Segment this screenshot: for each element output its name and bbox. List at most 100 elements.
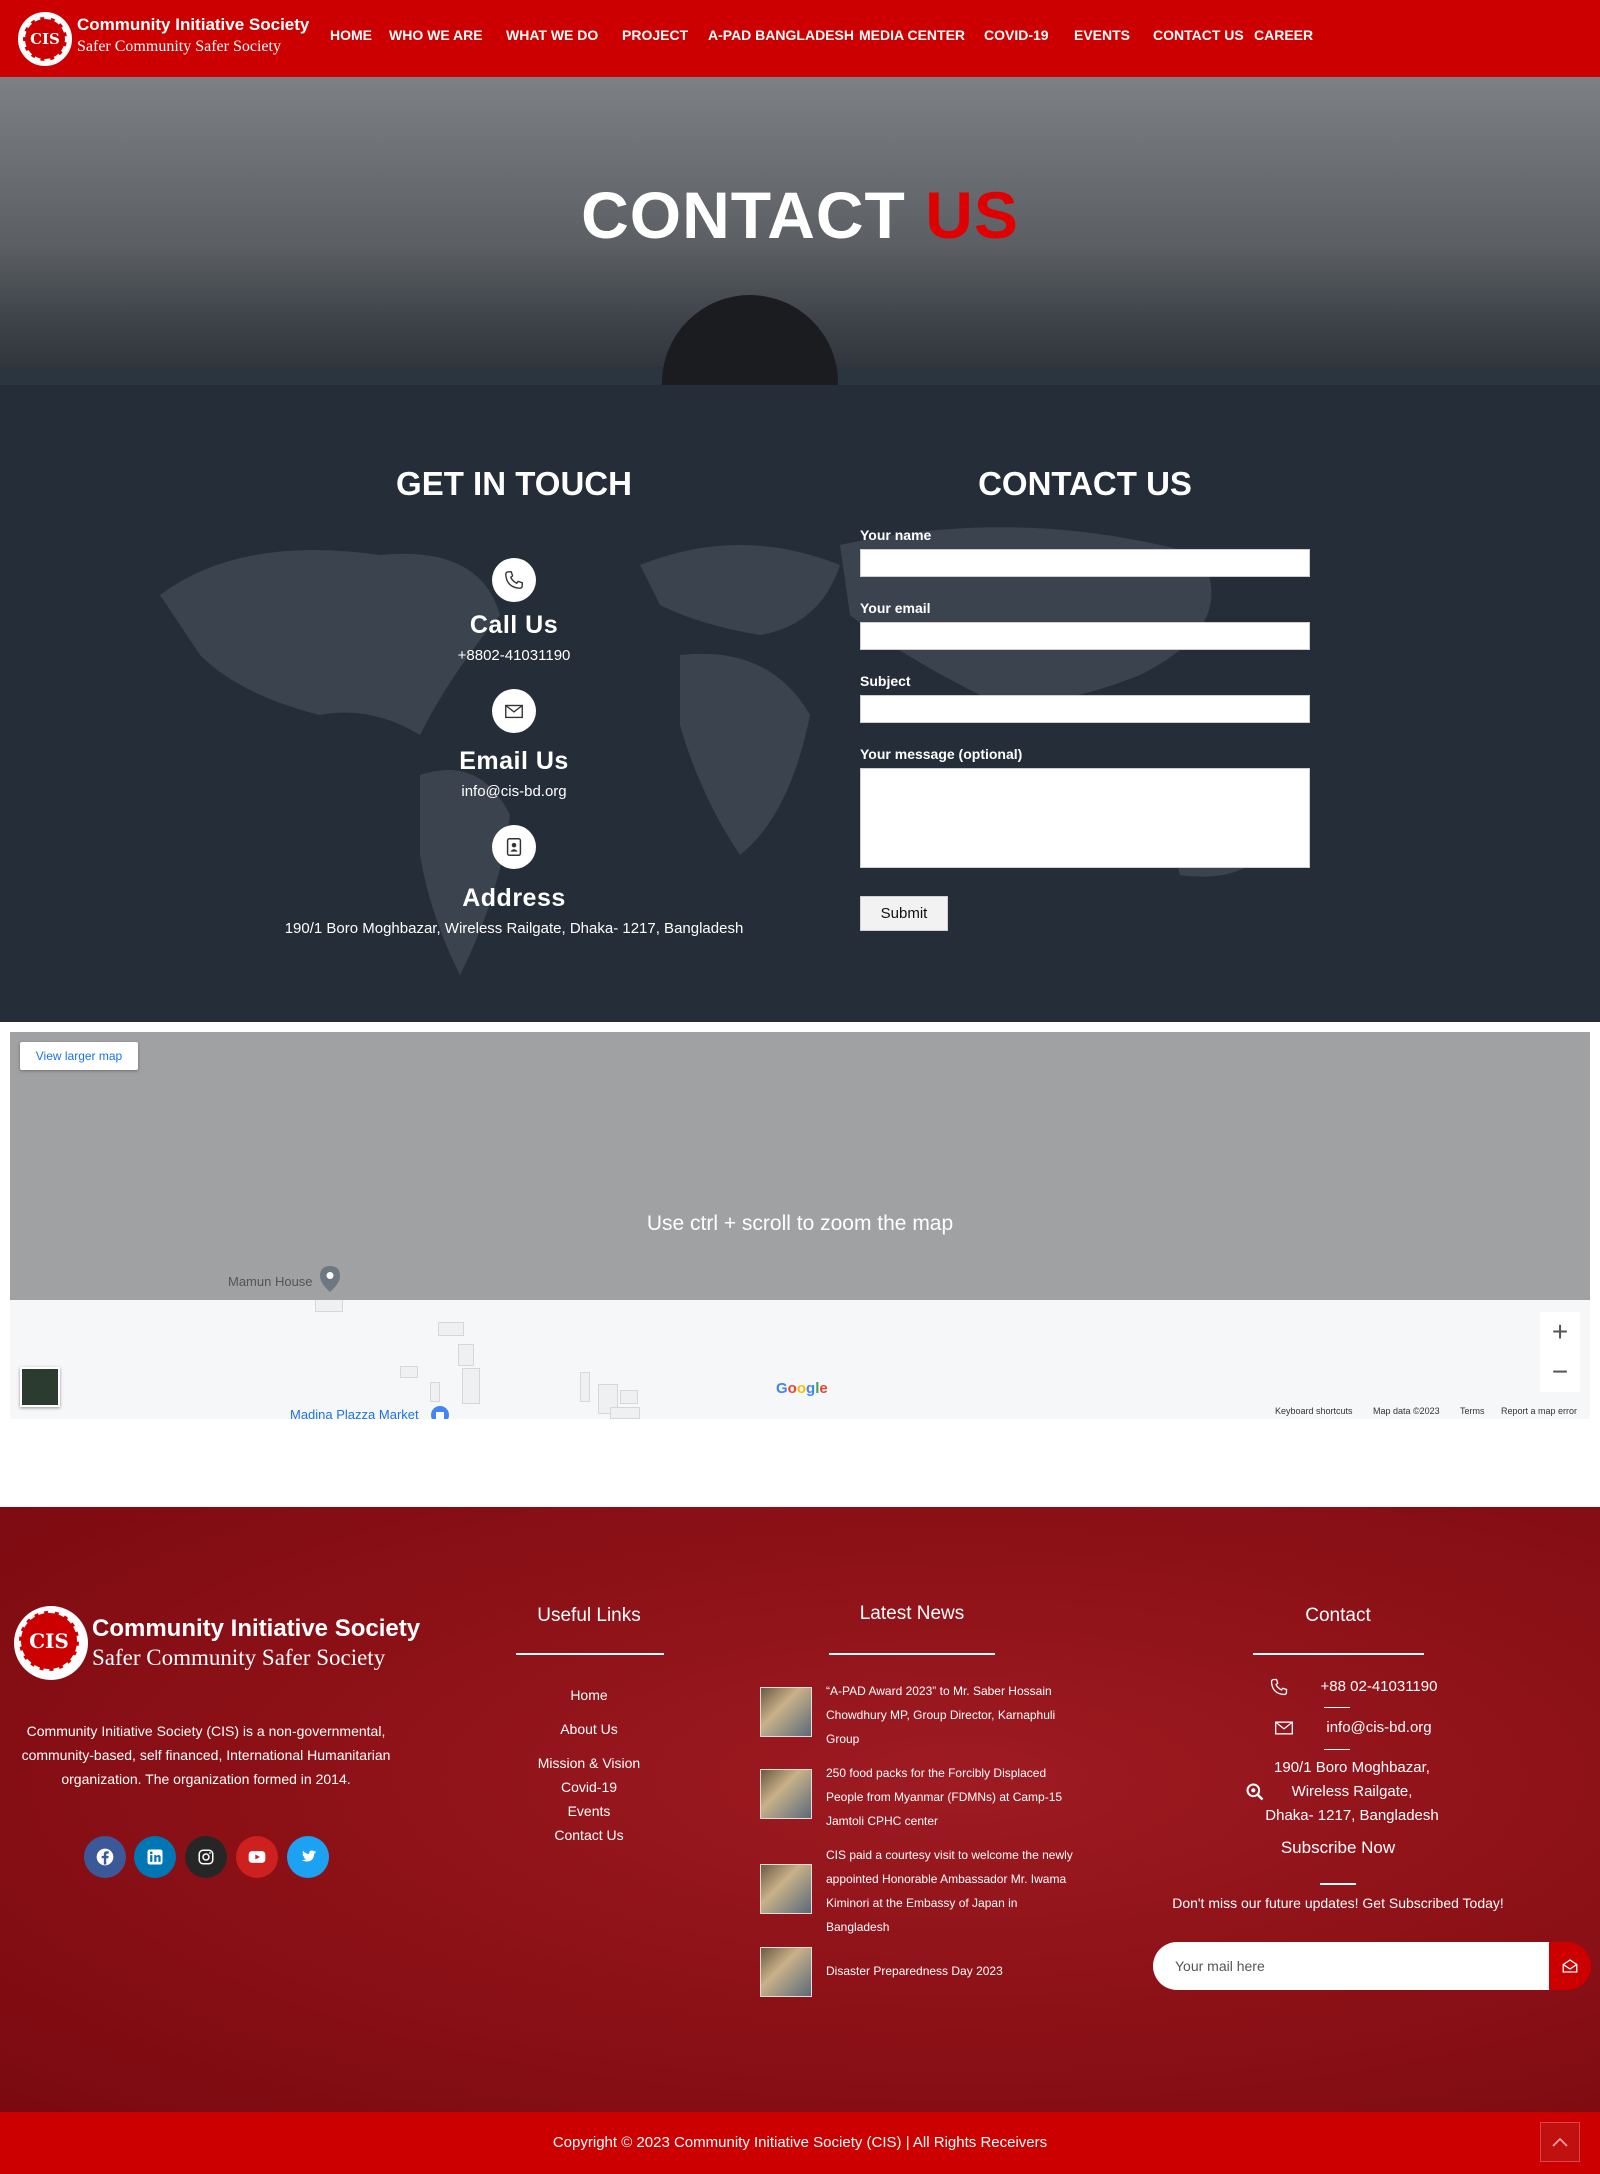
map-building [430, 1382, 440, 1402]
address-value: 190/1 Boro Moghbazar, Wireless Railgate,… [284, 920, 744, 937]
logo-mark: CIS [23, 17, 67, 61]
email-label: Email Us [459, 747, 569, 775]
contact-section: GET IN TOUCH CONTACT US Call Us +8802-41… [0, 385, 1600, 1022]
news-item-1[interactable]: “A-PAD Award 2023” to Mr. Saber Hossain … [826, 1679, 1076, 1751]
mail-icon [492, 689, 536, 733]
footer-email[interactable]: info@cis-bd.org [1204, 1719, 1504, 1736]
map-place-label[interactable]: Mamun House [228, 1274, 313, 1289]
footer-link-contact-us[interactable]: Contact Us [479, 1827, 699, 1843]
map-building [458, 1344, 474, 1366]
news-item-3[interactable]: CIS paid a courtesy visit to welcome the… [826, 1843, 1076, 1939]
footer-brand-subtitle: Safer Community Safer Society [92, 1645, 386, 1670]
footer-contact-separator [1324, 1707, 1350, 1708]
nav-media-center[interactable]: MEDIA CENTER [859, 27, 965, 43]
brand-title[interactable]: Community Initiative Society [77, 15, 309, 35]
email-value[interactable]: info@cis-bd.org [254, 783, 774, 800]
hero-person-silhouette [662, 295, 838, 385]
map-place-label[interactable]: Madina Plazza Market [290, 1407, 419, 1419]
site-footer: CIS Community Initiative Society Safer C… [0, 1507, 1600, 2112]
call-value[interactable]: +8802-41031190 [254, 647, 774, 664]
footer-link-covid-19[interactable]: Covid-19 [479, 1779, 699, 1795]
submit-button[interactable]: Submit [860, 896, 948, 931]
footer-link-mission-vision[interactable]: Mission & Vision [479, 1755, 699, 1771]
brand-subtitle: Safer Community Safer Society [77, 38, 281, 55]
youtube-icon[interactable] [236, 1836, 278, 1878]
map-building [580, 1372, 590, 1402]
contact-form-title: CONTACT US [978, 465, 1192, 502]
nav-what-we-do[interactable]: WHAT WE DO [506, 27, 598, 43]
footer-about-text: Community Initiative Society (CIS) is a … [21, 1723, 391, 1787]
hero-banner: CONTACT US [0, 77, 1600, 385]
mail-open-icon [1562, 1959, 1578, 1973]
footer-brand-title: Community Initiative Society [92, 1615, 421, 1642]
subscribe-divider [1320, 1883, 1356, 1885]
scroll-to-top-button[interactable] [1540, 2122, 1580, 2162]
view-larger-map-link[interactable]: View larger map [20, 1042, 138, 1070]
footer-address-line-3: Dhaka- 1217, Bangladesh [1265, 1807, 1439, 1824]
useful-links-divider [516, 1653, 664, 1655]
news-thumbnail[interactable] [760, 1769, 812, 1819]
map-zoom-in-button[interactable]: + [1540, 1312, 1580, 1352]
nav-project[interactable]: PROJECT [622, 27, 688, 43]
subject-field-label: Subject [860, 673, 911, 689]
name-field[interactable] [860, 549, 1310, 577]
nav-apad-bangladesh[interactable]: A-PAD BANGLADESH [708, 27, 854, 43]
map-zoom-out-button[interactable]: − [1540, 1352, 1580, 1392]
nav-who-we-are[interactable]: WHO WE ARE [389, 27, 483, 43]
news-thumbnail[interactable] [760, 1864, 812, 1914]
map-pin-icon[interactable] [320, 1266, 340, 1292]
call-label: Call Us [469, 611, 559, 639]
subscribe-email-input[interactable]: Your mail here [1153, 1942, 1549, 1990]
email-field-label: Your email [860, 600, 931, 616]
footer-contact-separator [1324, 1749, 1350, 1750]
get-in-touch-title: GET IN TOUCH [396, 465, 632, 502]
map-building [620, 1390, 638, 1404]
news-thumbnail[interactable] [760, 1947, 812, 1997]
message-field-label: Your message (optional) [860, 746, 1023, 762]
instagram-icon[interactable] [185, 1836, 227, 1878]
facebook-icon[interactable] [84, 1836, 126, 1878]
nav-events[interactable]: EVENTS [1074, 27, 1130, 43]
message-field[interactable] [860, 768, 1310, 868]
map-report-error-link[interactable]: Report a map error [1501, 1406, 1577, 1416]
footer-cis-logo[interactable]: CIS [14, 1606, 88, 1680]
useful-links-title: Useful Links [537, 1605, 641, 1626]
news-item-4[interactable]: Disaster Preparedness Day 2023 [826, 1959, 1076, 1983]
footer-contact-title: Contact [1305, 1605, 1371, 1626]
latest-news-divider [829, 1653, 995, 1655]
subject-field[interactable] [860, 695, 1310, 723]
map-zoom-overlay [10, 1032, 1590, 1300]
map-building [610, 1407, 640, 1419]
news-thumbnail[interactable] [760, 1687, 812, 1737]
footer-contact-divider [1253, 1653, 1424, 1655]
news-item-2[interactable]: 250 food packs for the Forcibly Displace… [826, 1761, 1076, 1833]
map-building [462, 1368, 480, 1404]
nav-home[interactable]: HOME [330, 27, 372, 43]
shopping-icon[interactable] [431, 1406, 449, 1419]
map-satellite-toggle[interactable] [20, 1367, 60, 1407]
hero-title-main: CONTACT [581, 178, 906, 252]
name-field-label: Your name [860, 527, 932, 543]
email-field[interactable] [860, 622, 1310, 650]
hero-title: CONTACT US [0, 177, 1600, 253]
nav-covid-19[interactable]: COVID-19 [984, 27, 1049, 43]
map-building [438, 1322, 464, 1336]
address-label: Address [462, 884, 566, 912]
nav-career[interactable]: CAREER [1254, 27, 1313, 43]
map-terms-link[interactable]: Terms [1460, 1406, 1485, 1416]
map-data-attribution: Map data ©2023 [1373, 1406, 1440, 1416]
twitter-icon[interactable] [287, 1836, 329, 1878]
google-logo: Google [776, 1380, 828, 1397]
footer-link-about-us[interactable]: About Us [479, 1721, 699, 1737]
linkedin-icon[interactable] [134, 1836, 176, 1878]
phone-icon [492, 558, 536, 602]
nav-contact-us[interactable]: CONTACT US [1153, 27, 1244, 43]
footer-phone[interactable]: +88 02-41031190 [1204, 1678, 1504, 1695]
cis-logo[interactable]: CIS [18, 12, 72, 66]
map-keyboard-shortcuts-link[interactable]: Keyboard shortcuts [1275, 1406, 1353, 1416]
google-map-embed[interactable]: Use ctrl + scroll to zoom the map View l… [10, 1032, 1590, 1419]
address-book-icon [492, 825, 536, 869]
footer-link-home[interactable]: Home [479, 1687, 699, 1703]
chevron-up-icon [1552, 2137, 1568, 2147]
footer-link-events[interactable]: Events [479, 1803, 699, 1819]
